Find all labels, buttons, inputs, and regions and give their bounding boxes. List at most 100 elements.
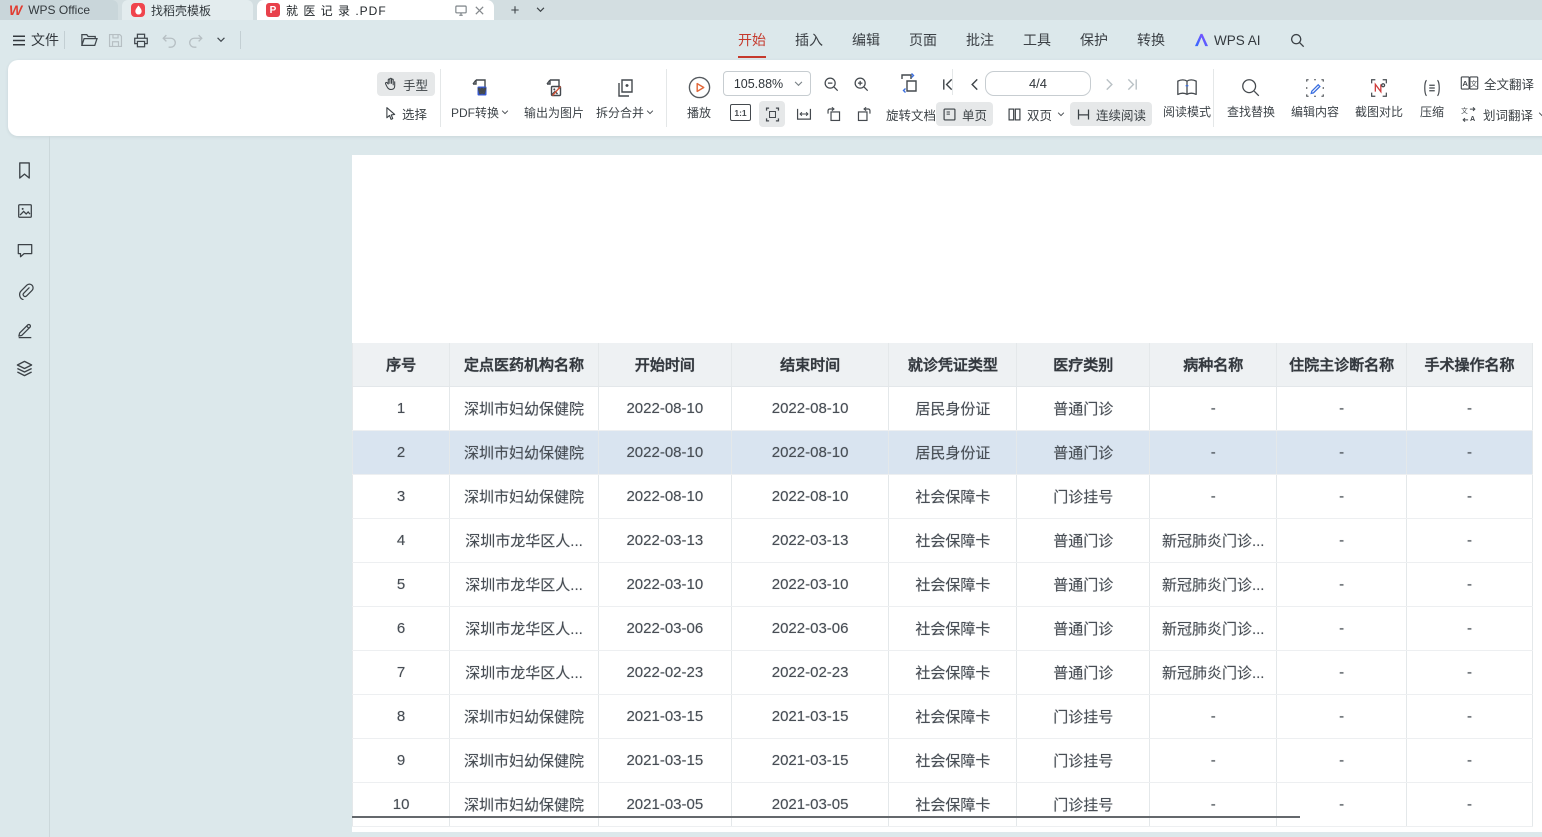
- table-cell: -: [1407, 387, 1533, 430]
- tab-document-active[interactable]: P 就 医 记 录 .PDF: [257, 0, 494, 20]
- new-tab-button[interactable]: +: [506, 1, 524, 19]
- redo-button[interactable]: [184, 29, 206, 51]
- page-number-input[interactable]: 4/4: [985, 71, 1091, 96]
- table-cell: 门诊挂号: [1017, 783, 1150, 826]
- table-cell: 5: [352, 563, 450, 606]
- thumbnail-panel-icon[interactable]: [14, 200, 35, 221]
- close-tab-icon[interactable]: [474, 5, 485, 16]
- table-cell: 2022-08-10: [732, 475, 890, 518]
- rotate-left-button[interactable]: [821, 101, 847, 127]
- table-cell: 2021-03-05: [599, 783, 732, 826]
- split-merge-label: 拆分合并: [596, 104, 644, 121]
- table-cell: 2022-03-10: [599, 563, 732, 606]
- menu-convert[interactable]: 转换: [1137, 30, 1165, 50]
- tab-label: 找稻壳模板: [151, 2, 211, 19]
- table-cell: 手术操作名称: [1407, 343, 1533, 386]
- split-merge-button[interactable]: 拆分合并: [590, 66, 660, 130]
- menu-wps-ai[interactable]: WPS AI: [1194, 33, 1261, 48]
- tab-label: WPS Office: [28, 3, 90, 17]
- table-cell: 门诊挂号: [1017, 475, 1150, 518]
- export-image-button[interactable]: 输出为图片: [516, 66, 592, 130]
- table-cell: 2022-03-10: [732, 563, 890, 606]
- previous-page-button[interactable]: [963, 72, 985, 96]
- table-cell: 新冠肺炎门诊...: [1150, 563, 1277, 606]
- table-cell: -: [1150, 475, 1277, 518]
- pdf-convert-button[interactable]: W PDF转换: [445, 66, 515, 130]
- next-page-button[interactable]: [1099, 72, 1121, 96]
- menu-search-icon[interactable]: [1290, 33, 1305, 48]
- menu-tools[interactable]: 工具: [1023, 30, 1051, 50]
- play-button[interactable]: 播放: [676, 66, 722, 130]
- hand-tool-button[interactable]: 手型: [377, 72, 435, 96]
- file-menu-button[interactable]: 文件: [12, 29, 59, 51]
- fit-width-button[interactable]: [791, 101, 817, 127]
- pdf-convert-label: PDF转换: [451, 104, 499, 121]
- table-cell: 6: [352, 607, 450, 650]
- undo-button[interactable]: [158, 29, 180, 51]
- table-cell: 深圳市妇幼保健院: [450, 475, 599, 518]
- print-button[interactable]: [130, 29, 152, 51]
- table-cell: 2021-03-15: [732, 695, 890, 738]
- table-cell: -: [1277, 519, 1407, 562]
- table-cell: 深圳市龙华区人...: [450, 651, 599, 694]
- menu-bar: 文件 开始 插入 编辑 页面 批注 工具 保护 转换: [0, 20, 1542, 60]
- zoom-in-button[interactable]: [849, 72, 873, 96]
- continuous-reading-button[interactable]: 连续阅读: [1070, 102, 1152, 126]
- compress-button[interactable]: 压缩: [1410, 66, 1454, 130]
- single-page-button[interactable]: 单页: [936, 102, 993, 126]
- fit-page-button[interactable]: [759, 101, 785, 127]
- screenshot-compare-button[interactable]: 截图对比: [1348, 66, 1410, 130]
- chevron-down-icon: [1057, 112, 1065, 117]
- svg-text:A: A: [1470, 115, 1475, 123]
- table-cell: 社会保障卡: [889, 607, 1017, 650]
- table-cell: -: [1407, 695, 1533, 738]
- menu-comment[interactable]: 批注: [966, 30, 994, 50]
- layers-panel-icon[interactable]: [14, 358, 35, 379]
- tab-wps-home[interactable]: W WPS Office: [0, 0, 118, 20]
- tab-list-chevron-icon[interactable]: [531, 1, 549, 19]
- word-translate-button[interactable]: 文A 划词翻译: [1454, 102, 1542, 126]
- hand-icon: [383, 76, 398, 92]
- comment-panel-icon[interactable]: [14, 240, 35, 261]
- chevron-down-icon: [794, 81, 803, 87]
- signature-panel-icon[interactable]: [14, 319, 35, 340]
- rotate-right-button[interactable]: [851, 101, 877, 127]
- word-translate-icon: 文A: [1460, 106, 1478, 123]
- open-file-button[interactable]: [78, 29, 100, 51]
- screenshot-compare-label: 截图对比: [1355, 103, 1403, 120]
- last-page-button[interactable]: [1121, 72, 1143, 96]
- rotate-document-button[interactable]: 旋转文档: [880, 102, 942, 126]
- table-cell: 普通门诊: [1017, 651, 1150, 694]
- save-button[interactable]: [104, 29, 126, 51]
- svg-text:文: 文: [1470, 79, 1477, 88]
- full-translate-label: 全文翻译: [1484, 74, 1534, 93]
- attachment-panel-icon[interactable]: [14, 280, 35, 301]
- actual-size-button[interactable]: 1:1: [730, 104, 751, 121]
- continuous-reading-label: 连续阅读: [1096, 105, 1146, 124]
- tab-docer-templates[interactable]: 找稻壳模板: [122, 0, 253, 20]
- double-page-button[interactable]: 双页: [1001, 102, 1071, 126]
- select-tool-button[interactable]: 选择: [377, 101, 435, 125]
- replace-page-icon[interactable]: [894, 69, 924, 97]
- find-replace-button[interactable]: 查找替换: [1220, 66, 1282, 130]
- table-row: 4深圳市龙华区人...2022-03-132022-03-13社会保障卡普通门诊…: [352, 519, 1533, 563]
- first-page-button[interactable]: [936, 72, 958, 96]
- edit-content-button[interactable]: 编辑内容: [1284, 66, 1346, 130]
- zoom-out-button[interactable]: [819, 72, 843, 96]
- menu-protect[interactable]: 保护: [1080, 30, 1108, 50]
- table-cell: -: [1407, 475, 1533, 518]
- hamburger-icon: [12, 35, 26, 46]
- menu-home[interactable]: 开始: [738, 30, 766, 50]
- menu-insert[interactable]: 插入: [795, 30, 823, 50]
- monitor-icon[interactable]: [454, 4, 468, 17]
- screenshot-compare-icon: [1368, 77, 1390, 99]
- table-cell: -: [1407, 563, 1533, 606]
- menu-edit[interactable]: 编辑: [852, 30, 880, 50]
- table-cell: 2021-03-15: [732, 739, 890, 782]
- menu-page[interactable]: 页面: [909, 30, 937, 50]
- zoom-level-select[interactable]: 105.88%: [723, 71, 811, 96]
- bookmark-panel-icon[interactable]: [14, 160, 35, 181]
- full-text-translate-button[interactable]: A文 全文翻译: [1454, 71, 1540, 95]
- quick-access-chevron-icon[interactable]: [210, 29, 232, 51]
- read-mode-button[interactable]: 阅读模式: [1156, 66, 1218, 130]
